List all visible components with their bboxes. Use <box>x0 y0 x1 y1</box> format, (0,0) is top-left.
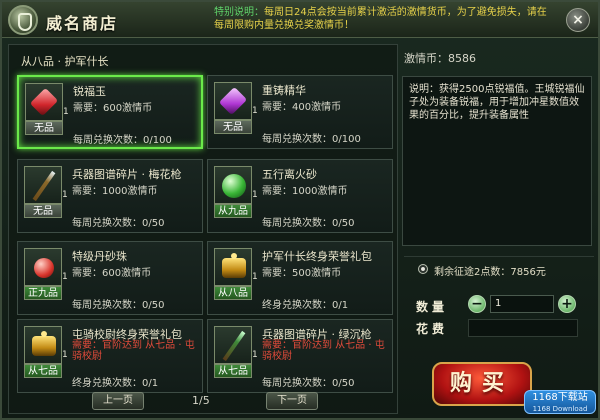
shop-item-card[interactable]: 1 从八品 护军什长终身荣誉礼包 需要：500激情币 终身兑换次数：0/1 <box>207 241 393 315</box>
title-bar: 威名商店 特别说明：每周日24点会按当前累计激活的激情货币，为了避免损失，请在每… <box>2 2 598 38</box>
item-cost: 需要：1000激情币 <box>262 186 348 197</box>
item-count: 1 <box>62 350 68 360</box>
shop-item-card[interactable]: 1 无品 锐福玉 需要：600激情币 每周兑换次数：0/100 <box>17 75 203 149</box>
item-grade: 从九品 <box>214 204 252 218</box>
item-limit: 每周兑换次数：0/100 <box>73 135 172 146</box>
item-icon-slot[interactable] <box>214 248 252 286</box>
item-cost: 需要：1000激情币 <box>72 186 158 197</box>
shop-window: 威名商店 特别说明：每周日24点会按当前累计激活的激情货币，为了避免损失，请在每… <box>0 0 600 420</box>
item-count: 1 <box>62 190 68 200</box>
shop-item-card[interactable]: 1 无品 重铸精华 需要：400激情币 每周兑换次数：0/100 <box>207 75 393 149</box>
item-grade: 无品 <box>214 120 252 134</box>
item-cost: 需要：500激情币 <box>262 268 342 279</box>
item-name: 重铸精华 <box>262 84 306 97</box>
item-grade: 正九品 <box>24 286 62 300</box>
item-limit: 终身兑换次数：0/1 <box>262 300 349 311</box>
page-indicator: 1/5 <box>192 394 210 407</box>
red-gem-icon <box>29 87 59 117</box>
remaining-label: 剩余征途2点数： <box>434 267 511 278</box>
item-cost: 需要：600激情币 <box>72 268 152 279</box>
remaining-value: 7856元 <box>510 267 546 278</box>
item-icon-slot[interactable] <box>214 82 252 120</box>
item-icon-slot[interactable] <box>214 326 252 364</box>
prev-page-button[interactable]: 上一页 <box>92 392 144 410</box>
item-limit: 每周兑换次数：0/50 <box>262 378 355 389</box>
site-watermark-text: 1168下载站 <box>532 392 588 403</box>
site-watermark-subtext: 1168 Download <box>532 405 588 413</box>
close-button[interactable]: × <box>566 8 590 32</box>
purple-gem-icon <box>218 86 248 116</box>
green-orb-icon <box>222 174 246 198</box>
shop-item-card[interactable]: 1 从九品 五行离火砂 需要：1000激情币 每周兑换次数：0/50 <box>207 159 393 233</box>
item-count: 1 <box>252 190 258 200</box>
item-limit: 每周兑换次数：0/50 <box>72 300 165 311</box>
item-name: 特级丹砂珠 <box>72 250 127 263</box>
item-grade: 无品 <box>25 121 63 135</box>
item-requirement: 需要：官阶达到 从七品 · 屯骑校尉 <box>262 340 385 362</box>
item-name: 锐福玉 <box>73 85 106 98</box>
window-title: 威名商店 <box>46 14 119 33</box>
item-name: 护军什长终身荣誉礼包 <box>262 250 372 263</box>
item-limit: 终身兑换次数：0/1 <box>72 378 159 389</box>
shop-item-card[interactable]: 1 从七品 屯骑校尉终身荣誉礼包 需要：官阶达到 从七品 · 屯骑校尉 终身兑换… <box>17 319 203 393</box>
category-title: 从八品 · 护军什长 <box>21 55 109 68</box>
item-icon-slot[interactable] <box>214 166 252 204</box>
item-requirement: 需要：官阶达到 从七品 · 屯骑校尉 <box>72 340 195 362</box>
notice-text: 特别说明：每周日24点会按当前累计激活的激情货币，为了避免损失，请在每周限购内量… <box>214 6 554 32</box>
site-watermark-logo: 1168下载站 1168 Download <box>524 390 596 414</box>
item-count: 1 <box>252 350 258 360</box>
item-icon-slot[interactable] <box>24 326 62 364</box>
item-count: 1 <box>62 272 68 282</box>
buy-button[interactable]: 购买 <box>432 362 532 406</box>
item-description: 说明：获得2500点锐福值。王城锐福仙子处为装备锐福，用于增加冲星数值效果的百分… <box>402 76 592 246</box>
item-limit: 每周兑换次数：0/50 <box>262 218 355 229</box>
remaining-points: 剩余征途2点数：7856元 <box>404 256 594 282</box>
decrease-quantity-button[interactable]: − <box>468 295 486 313</box>
item-icon-slot[interactable] <box>24 248 62 286</box>
quantity-input[interactable]: 1 <box>490 295 554 313</box>
item-grade: 从八品 <box>214 286 252 300</box>
item-grade: 从七品 <box>214 364 252 378</box>
item-grade: 无品 <box>24 204 62 218</box>
item-count: 1 <box>63 107 69 117</box>
shop-emblem-icon <box>8 5 38 35</box>
shop-item-card[interactable]: 1 正九品 特级丹砂珠 需要：600激情币 每周兑换次数：0/50 <box>17 241 203 315</box>
pagination: 上一页 1/5 下一页 <box>8 392 398 414</box>
item-icon-slot[interactable] <box>24 166 62 204</box>
remaining-text: 剩余征途2点数：7856元 <box>434 263 546 278</box>
shop-item-card[interactable]: 1 从七品 兵器图谱碎片 · 绿沉枪 需要：官阶达到 从七品 · 屯骑校尉 每周… <box>207 319 393 393</box>
cost-label: 花费 <box>416 322 449 336</box>
radio-option[interactable] <box>418 264 428 274</box>
shop-item-card[interactable]: 1 无品 兵器图谱碎片 · 梅花枪 需要：1000激情币 每周兑换次数：0/50 <box>17 159 203 233</box>
item-cost: 需要：400激情币 <box>262 102 342 113</box>
notice-body: 每周日24点会按当前累计激活的激情货币，为了避免损失，请在每周限购内量兑换兑奖激… <box>214 7 547 31</box>
currency-balance: 激情币：8586 <box>404 52 476 65</box>
item-limit: 每周兑换次数：0/100 <box>262 134 361 145</box>
item-icon-slot[interactable] <box>25 83 63 121</box>
notice-label: 特别说明： <box>214 7 264 18</box>
item-count: 1 <box>252 272 258 282</box>
item-name: 兵器图谱碎片 · 梅花枪 <box>72 168 182 181</box>
item-cost: 需要：600激情币 <box>73 103 153 114</box>
item-grade: 从七品 <box>24 364 62 378</box>
green-spear-icon <box>222 330 246 362</box>
cost-field <box>468 319 578 337</box>
item-list-panel: 从八品 · 护军什长 1 无品 锐福玉 需要：600激情币 每周兑换次数：0/1… <box>8 44 398 414</box>
red-pill-icon <box>34 258 54 278</box>
next-page-button[interactable]: 下一页 <box>266 392 318 410</box>
increase-quantity-button[interactable]: + <box>558 295 576 313</box>
item-limit: 每周兑换次数：0/50 <box>72 218 165 229</box>
spear-icon <box>32 170 56 202</box>
gold-pack-icon <box>222 253 246 278</box>
item-name: 五行离火砂 <box>262 168 317 181</box>
item-count: 1 <box>252 106 258 116</box>
gold-pack-icon <box>32 331 56 356</box>
quantity-label: 数量 <box>416 300 449 314</box>
